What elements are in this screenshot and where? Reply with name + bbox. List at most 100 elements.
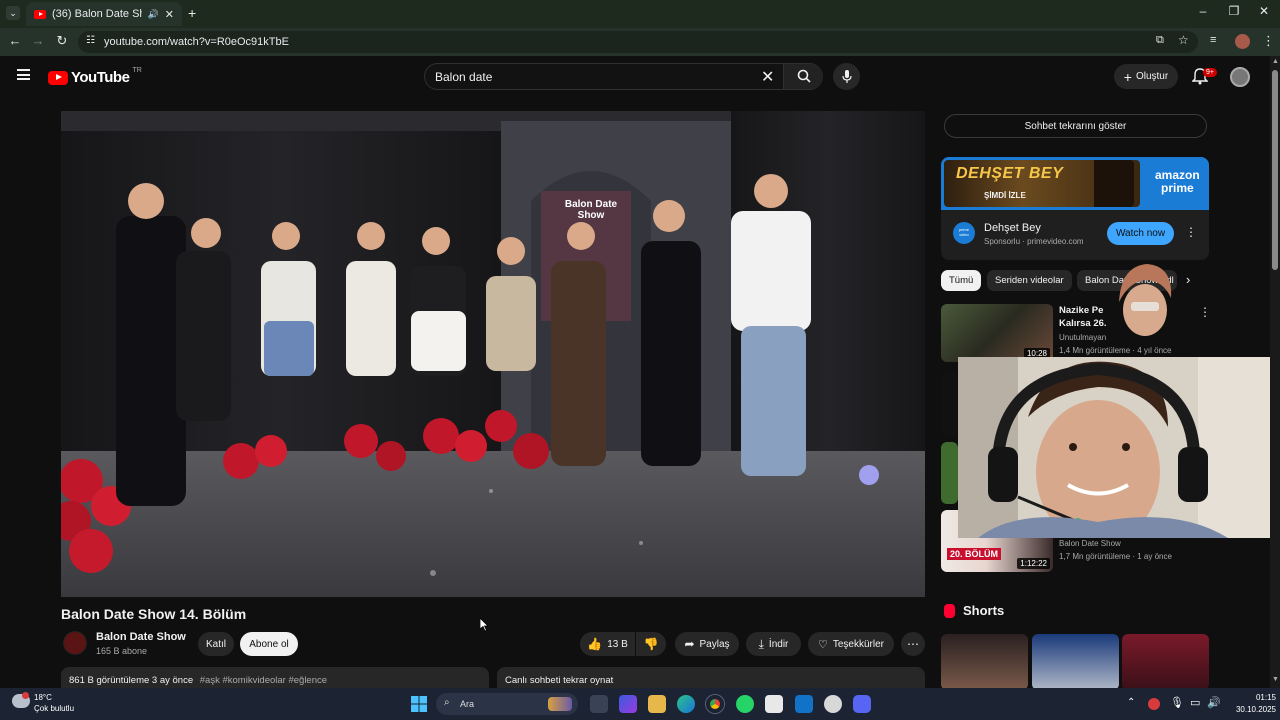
more-actions-button[interactable]: ⋯ — [901, 632, 925, 656]
start-button[interactable] — [411, 696, 427, 712]
search-button[interactable] — [783, 64, 823, 89]
forward-button[interactable]: → — [29, 33, 47, 48]
browser-menu-icon[interactable]: ⋮ — [1262, 33, 1275, 49]
address-bar[interactable]: ☷ youtube.com/watch?v=R0eOc91kTbE ⧉ ☆ — [78, 31, 1198, 53]
youtube-play-icon — [48, 70, 68, 85]
clear-search-icon[interactable]: ✕ — [761, 67, 774, 87]
bookmark-star-icon[interactable]: ☆ — [1178, 33, 1189, 47]
video-frame — [61, 111, 925, 597]
scroll-up-arrow-icon[interactable]: ▲ — [1272, 58, 1279, 65]
file-explorer-icon[interactable] — [648, 695, 666, 713]
subscribe-button[interactable]: Abone ol — [240, 632, 298, 656]
watch-now-button[interactable]: Watch now — [1107, 222, 1174, 245]
thanks-button[interactable]: ♡ Teşekkürler — [808, 632, 894, 656]
scrollbar-thumb[interactable] — [1272, 70, 1278, 270]
microphone-icon — [841, 69, 852, 83]
close-window-button[interactable]: ✕ — [1249, 4, 1279, 18]
search-icon — [797, 69, 811, 83]
webcam-overlay — [958, 357, 1280, 538]
account-avatar[interactable] — [1230, 67, 1250, 87]
taskbar-search-icon: ⌕ — [444, 697, 450, 708]
tab-list-chevron-icon[interactable]: ⌄ — [6, 6, 20, 20]
back-button[interactable]: ← — [6, 33, 24, 48]
app-icon[interactable] — [824, 695, 842, 713]
tray-volume-icon[interactable]: 🔊 — [1207, 696, 1221, 709]
short-thumbnail[interactable] — [1032, 634, 1119, 690]
clock-date[interactable]: 30.10.2025 — [1224, 705, 1276, 714]
subscriber-count: 165 B abone — [96, 646, 148, 656]
download-icon: ⤓ — [758, 636, 764, 651]
rec-title-line-2[interactable]: Kalırsa 26. — [1059, 318, 1107, 330]
task-view-icon[interactable] — [590, 695, 608, 713]
new-tab-button[interactable]: + — [188, 5, 196, 21]
channel-avatar[interactable] — [63, 631, 87, 655]
url-text: youtube.com/watch?v=R0eOc91kTbE — [104, 36, 289, 48]
ad-banner[interactable]: DEHŞET BEY ŞİMDİ İZLE amazon prime — [941, 157, 1209, 210]
minimize-button[interactable]: – — [1188, 4, 1218, 18]
rec-thumbnail[interactable] — [941, 372, 958, 436]
discord-icon[interactable] — [853, 695, 871, 713]
youtube-logo[interactable]: YouTube TR — [48, 67, 142, 86]
youtube-wordmark: YouTube — [71, 69, 130, 86]
install-icon[interactable]: ⧉ — [1156, 34, 1164, 47]
short-thumbnail[interactable] — [941, 634, 1028, 690]
share-button[interactable]: ➦ Paylaş — [675, 632, 739, 656]
speaker-icon[interactable]: 🔊 — [148, 9, 159, 20]
rec-thumbnail[interactable] — [941, 442, 958, 504]
taskbar-search[interactable]: ⌕ Ara — [436, 693, 578, 715]
rec-menu-icon[interactable]: ⋮ — [1199, 305, 1211, 319]
sponsored-ad-card[interactable]: DEHŞET BEY ŞİMDİ İZLE amazon prime prime… — [941, 157, 1209, 260]
chrome-icon[interactable] — [706, 695, 724, 713]
rec-meta: 1,7 Mn görüntüleme · 1 ay önce — [1059, 552, 1172, 561]
reload-button[interactable]: ↻ — [53, 33, 71, 49]
rec-meta: 1,4 Mn görüntüleme · 4 yıl önce — [1059, 346, 1172, 355]
tab-close-icon[interactable]: ✕ — [165, 8, 174, 21]
weather-alert-badge — [22, 692, 29, 699]
chat-replay-label: Canlı sohbeti tekrar oynat — [505, 675, 614, 686]
rec-title-line-1[interactable]: Nazike Pe — [1059, 305, 1103, 317]
browser-toolbar: ← → ↻ ☷ youtube.com/watch?v=R0eOc91kTbE … — [0, 28, 1280, 56]
restore-button[interactable]: ❐ — [1219, 4, 1249, 18]
ad-title: Dehşet Bey — [984, 222, 1041, 234]
search-input[interactable]: Balon date ✕ — [424, 63, 823, 90]
weather-description[interactable]: Çok bulutlu — [34, 704, 74, 713]
site-info-icon[interactable]: ☷ — [86, 35, 95, 46]
media-control-icon[interactable]: ≡ — [1210, 34, 1216, 46]
weather-temperature[interactable]: 18°C — [34, 693, 52, 702]
video-player[interactable]: Balon Date Show — [61, 111, 925, 597]
browser-tab[interactable]: (36) Balon Date Show 14. Bö 🔊 ✕ — [26, 2, 182, 26]
hamburger-menu-icon[interactable] — [17, 69, 30, 80]
tray-microphone-icon[interactable]: 🎙 — [1170, 696, 1184, 709]
rec-thumbnail[interactable]: 10:28 — [941, 304, 1053, 362]
dislike-button[interactable]: 👎 — [636, 632, 666, 656]
page-scrollbar[interactable]: ▲ ▼ — [1270, 56, 1280, 688]
tray-overflow-icon[interactable]: ⌃ — [1127, 697, 1135, 708]
tray-network-icon[interactable]: ▭ — [1190, 696, 1200, 709]
shorts-icon — [944, 603, 955, 618]
ad-menu-icon[interactable]: ⋮ — [1185, 225, 1197, 239]
set-sign: Balon Date Show — [564, 199, 618, 221]
chip-series[interactable]: Seriden videolar — [987, 270, 1072, 291]
show-chat-replay-button[interactable]: Sohbet tekrarını göster — [944, 114, 1207, 138]
create-label: Oluştur — [1135, 71, 1169, 82]
channel-name[interactable]: Balon Date Show — [96, 631, 186, 643]
chip-all[interactable]: Tümü — [941, 270, 982, 291]
store-icon[interactable] — [765, 695, 783, 713]
scroll-down-arrow-icon[interactable]: ▼ — [1272, 676, 1279, 683]
outlook-icon[interactable] — [795, 695, 813, 713]
widgets-icon[interactable] — [619, 695, 637, 713]
download-button[interactable]: ⤓ İndir — [746, 632, 801, 656]
windows-taskbar — [0, 688, 1280, 720]
join-button[interactable]: Katıl — [198, 632, 234, 656]
whatsapp-icon[interactable] — [736, 695, 754, 713]
tab-title: (36) Balon Date Show 14. Bö — [52, 8, 142, 20]
profile-avatar[interactable] — [1235, 34, 1250, 49]
short-thumbnail[interactable] — [1122, 634, 1209, 690]
chips-next-icon[interactable]: › — [1186, 272, 1190, 287]
like-button[interactable]: 👍 13 B — [580, 632, 635, 656]
edge-icon[interactable] — [677, 695, 695, 713]
create-button[interactable]: + Oluştur — [1114, 64, 1178, 89]
voice-search-button[interactable] — [833, 63, 860, 90]
clock-time[interactable]: 01:15 — [1236, 693, 1276, 702]
tray-app-icon[interactable] — [1148, 698, 1160, 710]
